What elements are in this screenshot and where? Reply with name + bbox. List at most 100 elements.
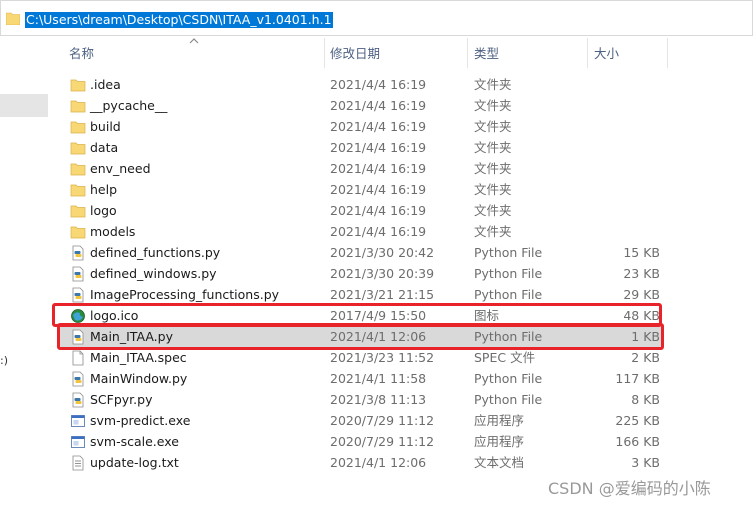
file-date: 2021/4/4 16:19 (330, 77, 427, 92)
folder-icon (70, 205, 86, 218)
watermark: CSDN @爱编码的小陈 (548, 479, 711, 498)
file-type: 文件夹 (474, 182, 512, 197)
file-type: Python File (474, 266, 543, 281)
file-name: .idea (90, 77, 121, 92)
folder-icon (70, 184, 86, 197)
file-name: ImageProcessing_functions.py (90, 287, 280, 302)
file-date: 2021/4/4 16:19 (330, 182, 427, 197)
folder-icon (70, 121, 86, 134)
file-date: 2021/3/8 11:13 (330, 392, 427, 407)
file-row[interactable]: Main_ITAA.spec 2021/3/23 11:52 SPEC 文件 2 KB (60, 347, 662, 368)
file-name: defined_functions.py (90, 245, 221, 260)
file-date: 2021/3/30 20:42 (330, 245, 435, 260)
file-row[interactable]: defined_functions.py 2021/3/30 20:42 Pytho… (60, 242, 662, 263)
file-row[interactable]: models 2021/4/4 16:19 文件夹 (60, 221, 662, 242)
file-name: svm-scale.exe (90, 434, 179, 449)
file-type: 文件夹 (474, 203, 512, 218)
file-row[interactable]: help 2021/4/4 16:19 文件夹 (60, 179, 662, 200)
nav-selected-item[interactable] (0, 94, 48, 117)
exe-file-icon (71, 415, 85, 427)
file-type: Python File (474, 392, 543, 407)
file-name: env_need (90, 161, 151, 176)
file-date: 2021/4/1 11:58 (330, 371, 427, 386)
text-file-icon (72, 455, 84, 471)
folder-icon (70, 226, 86, 239)
file-type: 文件夹 (474, 98, 512, 113)
column-divider[interactable] (587, 38, 588, 68)
file-row[interactable]: env_need 2021/4/4 16:19 文件夹 (60, 158, 662, 179)
file-row[interactable]: ImageProcessing_functions.py 2021/3/21 21… (60, 284, 662, 305)
python-file-icon (72, 371, 84, 387)
file-row[interactable]: svm-scale.exe 2020/7/29 11:12 应用程序 166 KB (60, 431, 662, 452)
python-file-icon (72, 287, 84, 303)
python-file-icon (72, 266, 84, 282)
file-date: 2020/7/29 11:12 (330, 434, 435, 449)
exe-file-icon (71, 436, 85, 448)
file-date: 2021/4/4 16:19 (330, 119, 427, 134)
folder-icon (70, 79, 86, 92)
file-row[interactable]: __pycache__ 2021/4/4 16:19 文件夹 (60, 95, 662, 116)
file-type: 文本文档 (474, 455, 525, 470)
file-date: 2021/4/4 16:19 (330, 98, 427, 113)
file-row[interactable]: logo 2021/4/4 16:19 文件夹 (60, 200, 662, 221)
file-date: 2021/4/4 16:19 (330, 224, 427, 239)
file-type: 文件夹 (474, 140, 512, 155)
navigation-pane: :) (0, 36, 50, 505)
file-name: data (90, 140, 119, 155)
file-name: __pycache__ (90, 98, 168, 113)
file-size: 23 KB (623, 266, 660, 281)
file-name: logo (90, 203, 117, 218)
file-row[interactable]: data 2021/4/4 16:19 文件夹 (60, 137, 662, 158)
file-type: Python File (474, 245, 543, 260)
file-date: 2021/4/4 16:19 (330, 140, 427, 155)
file-size: 29 KB (623, 287, 660, 302)
file-date: 2021/4/1 12:06 (330, 455, 427, 470)
column-header-size[interactable]: 大小 (594, 44, 619, 64)
file-size: 3 KB (631, 455, 660, 470)
file-row[interactable]: SCFpyr.py 2021/3/8 11:13 Python File 8 KB (60, 389, 662, 410)
file-size: 15 KB (623, 245, 660, 260)
file-type: Python File (474, 287, 543, 302)
file-type: Python File (474, 371, 543, 386)
address-path[interactable]: C:\Users\dream\Desktop\CSDN\ITAA_v1.0401… (25, 12, 333, 28)
file-type: 文件夹 (474, 119, 512, 134)
address-bar[interactable]: C:\Users\dream\Desktop\CSDN\ITAA_v1.0401… (0, 0, 753, 36)
file-date: 2021/4/4 16:19 (330, 203, 427, 218)
file-row[interactable]: build 2021/4/4 16:19 文件夹 (60, 116, 662, 137)
file-row[interactable]: MainWindow.py 2021/4/1 11:58 Python File 11… (60, 368, 662, 389)
file-name: MainWindow.py (90, 371, 188, 386)
file-row[interactable]: update-log.txt 2021/4/1 12:06 文本文档 3 KB (60, 452, 662, 473)
column-header-type[interactable]: 类型 (474, 44, 499, 64)
file-name: build (90, 119, 121, 134)
nav-fragment-text: :) (0, 354, 8, 367)
file-name: svm-predict.exe (90, 413, 191, 428)
file-date: 2021/3/23 11:52 (330, 350, 435, 365)
column-divider[interactable] (324, 38, 325, 68)
file-size: 8 KB (631, 392, 660, 407)
highlight-box-main-itaa (57, 323, 664, 350)
file-name: models (90, 224, 136, 239)
file-name: defined_windows.py (90, 266, 217, 281)
column-divider[interactable] (467, 38, 468, 68)
folder-icon (70, 100, 86, 113)
file-size: 225 KB (615, 413, 660, 428)
file-name: Main_ITAA.spec (90, 350, 187, 365)
file-date: 2021/3/21 21:15 (330, 287, 435, 302)
file-date: 2021/3/30 20:39 (330, 266, 435, 281)
file-size: 2 KB (631, 350, 660, 365)
file-row[interactable]: svm-predict.exe 2020/7/29 11:12 应用程序 225 KB (60, 410, 662, 431)
column-header-name[interactable]: 名称 (69, 44, 94, 64)
folder-icon (70, 142, 86, 155)
column-header-date[interactable]: 修改日期 (330, 44, 380, 64)
file-date: 2021/4/4 16:19 (330, 161, 427, 176)
python-file-icon (72, 245, 84, 261)
file-row[interactable]: defined_windows.py 2021/3/30 20:39 Python … (60, 263, 662, 284)
file-name: update-log.txt (90, 455, 179, 470)
file-type: 应用程序 (474, 434, 525, 449)
folder-icon (70, 163, 86, 176)
file-row[interactable]: .idea 2021/4/4 16:19 文件夹 (60, 74, 662, 95)
blank-file-icon (72, 350, 84, 366)
file-name: help (90, 182, 118, 197)
column-divider[interactable] (667, 38, 668, 68)
file-size: 166 KB (615, 434, 660, 449)
